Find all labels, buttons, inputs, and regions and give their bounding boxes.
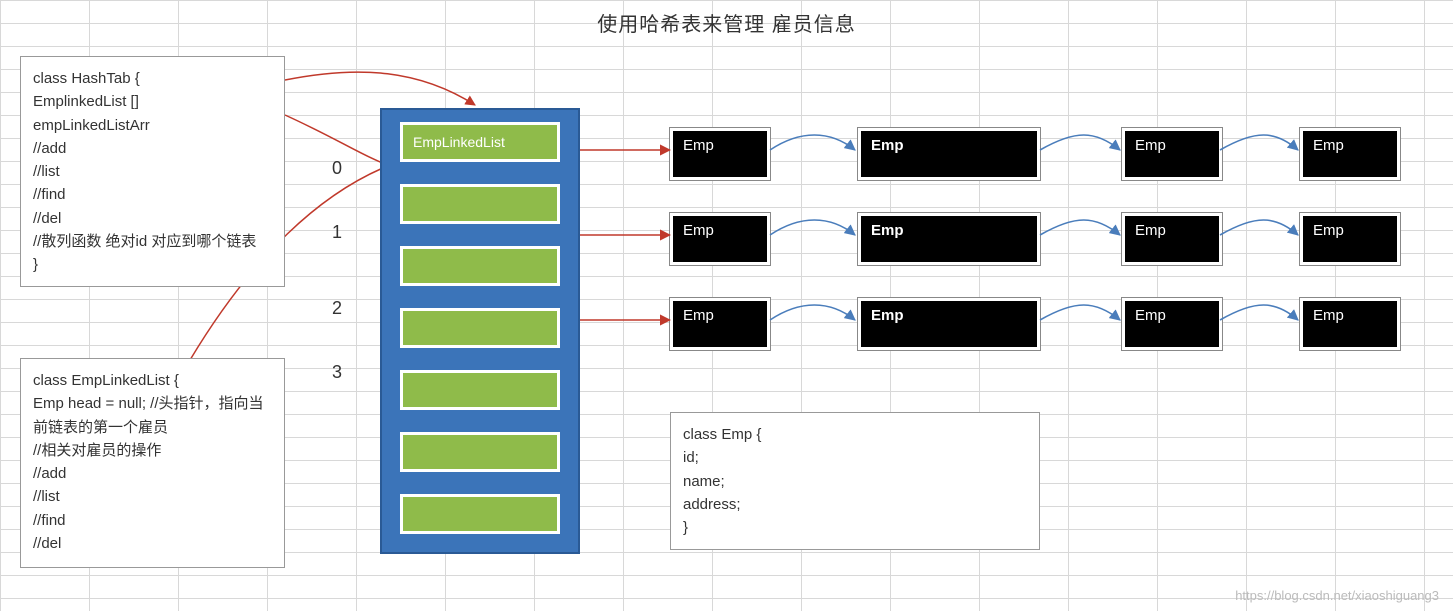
slot-label: EmpLinkedList [413, 134, 505, 150]
emp-node: Emp [1122, 128, 1222, 180]
array-slot-1 [400, 184, 560, 224]
emp-node: Emp [1122, 213, 1222, 265]
emp-node: Emp [858, 128, 1040, 180]
array-index-1: 1 [332, 222, 342, 243]
diagram-title: 使用哈希表来管理 雇员信息 [0, 8, 1453, 37]
emp-node: Emp [670, 213, 770, 265]
class-emp-box: class Emp { id; name; address; } [670, 412, 1040, 550]
class-hashtab-box: class HashTab { EmplinkedList [] empLink… [20, 56, 285, 287]
emp-node: Emp [670, 128, 770, 180]
class-emplinkedlist-box: class EmpLinkedList { Emp head = null; /… [20, 358, 285, 568]
array-slot-5 [400, 432, 560, 472]
watermark-text: https://blog.csdn.net/xiaoshiguang3 [1235, 588, 1439, 603]
array-slot-3 [400, 308, 560, 348]
emp-node: Emp [1300, 298, 1400, 350]
emp-node: Emp [858, 213, 1040, 265]
array-slot-0: EmpLinkedList [400, 122, 560, 162]
hash-array-container: EmpLinkedList [380, 108, 580, 554]
array-index-2: 2 [332, 298, 342, 319]
emp-node: Emp [1300, 128, 1400, 180]
emp-node: Emp [858, 298, 1040, 350]
array-slot-6 [400, 494, 560, 534]
emp-node: Emp [670, 298, 770, 350]
emp-node: Emp [1122, 298, 1222, 350]
array-index-3: 3 [332, 362, 342, 383]
array-slot-4 [400, 370, 560, 410]
array-slot-2 [400, 246, 560, 286]
emp-node: Emp [1300, 213, 1400, 265]
array-index-0: 0 [332, 158, 342, 179]
